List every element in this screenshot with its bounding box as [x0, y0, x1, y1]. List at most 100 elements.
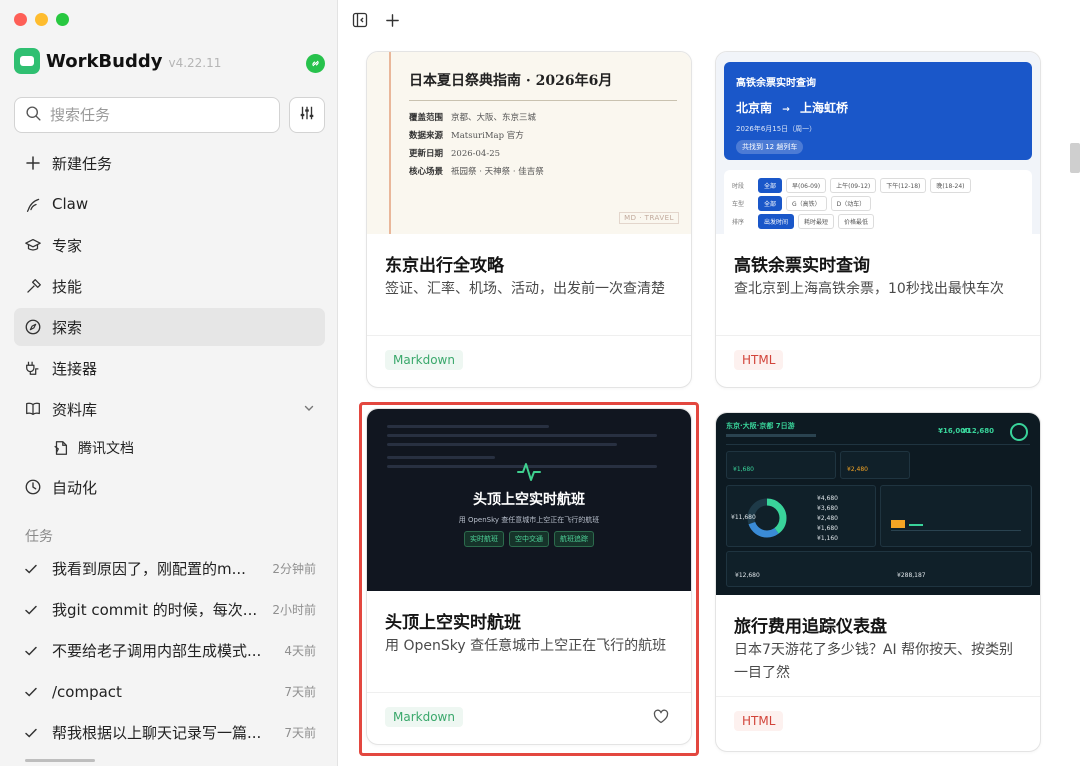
card-description: 签证、汇率、机场、活动，出发前一次查清楚: [385, 281, 665, 297]
format-tag: Markdown: [385, 707, 463, 727]
progress-ring: [1010, 423, 1028, 441]
sidebar-item-connectors[interactable]: 连接器: [14, 349, 325, 387]
task-time: 4天前: [284, 644, 316, 658]
preview-filters: 时段 全部 早(06-09) 上午(09-12) 下午(12-18) 晚(18-…: [724, 170, 1032, 234]
sidebar-item-claw[interactable]: Claw: [14, 185, 325, 223]
task-time: 2分钟前: [272, 562, 316, 576]
task-title: 不要给老子调用内部生成模式...: [52, 642, 262, 660]
sidebar-item-experts[interactable]: 专家: [14, 226, 325, 264]
explore-card[interactable]: 日本夏日祭典指南 · 2026年6月 覆盖范围 京都、大阪、东京三城 数据来源 Ma…: [366, 51, 692, 388]
tencent-docs-icon: [52, 439, 70, 457]
sidebar-item-tencent-docs[interactable]: 腾讯文档: [14, 431, 325, 465]
preview-meta-row: 更新日期 2026-04-25: [409, 149, 501, 159]
sidebar-item-skills[interactable]: 技能: [14, 267, 325, 305]
app-name: WorkBuddy: [46, 50, 163, 72]
format-tag: HTML: [734, 711, 784, 731]
sidebar-nav: 新建任务 Claw 专家 技能 探索 连接器 资料库 腾讯文档 自动化: [14, 144, 325, 509]
preview-meta-row: 数据来源 MatsuriMap 官方: [409, 131, 524, 141]
zoom-window-button[interactable]: [56, 13, 69, 26]
workbuddy-logo: [14, 48, 40, 74]
sidebar: WorkBuddy v4.22.11 新建任务 Claw 专家: [0, 0, 338, 766]
chevron-down-icon[interactable]: [303, 400, 315, 418]
sidebar-item-new-task[interactable]: 新建任务: [14, 144, 325, 182]
close-window-button[interactable]: [14, 13, 27, 26]
plus-icon: [385, 13, 399, 27]
scrollbar-thumb[interactable]: [1070, 143, 1080, 173]
main-toolbar: [350, 10, 402, 30]
explore-card[interactable]: 高铁余票实时查询 北京南 → 上海虹桥 2026年6月15日（周一） 共找到 1…: [715, 51, 1041, 388]
task-title: /compact: [52, 682, 122, 701]
filter-button[interactable]: [289, 97, 325, 133]
task-title: 我git commit 的时候，每次...: [52, 601, 258, 619]
card-preview: 日本夏日祭典指南 · 2026年6月 覆盖范围 京都、大阪、东京三城 数据来源 Ma…: [367, 52, 691, 234]
sidebar-item-label: 新建任务: [52, 154, 113, 173]
format-tag: Markdown: [385, 350, 463, 370]
task-item[interactable]: 帮我根据以上聊天记录写一篇... 7天前: [14, 712, 325, 753]
minimize-window-button[interactable]: [35, 13, 48, 26]
clipped-section-title: [25, 757, 105, 766]
preview-meta-row: 覆盖范围 京都、大阪、东京三城: [409, 113, 537, 123]
app-version: v4.22.11: [168, 56, 222, 70]
card-description: 查北京到上海高铁余票，10秒找出最快车次: [734, 281, 1004, 297]
sidebar-item-automation[interactable]: 自动化: [14, 468, 325, 506]
preview-chip: 实时航班: [464, 531, 504, 547]
hammer-icon: [23, 276, 43, 296]
pulse-icon: [367, 461, 691, 483]
new-tab-button[interactable]: [382, 10, 402, 30]
card-title: 高铁余票实时查询: [734, 256, 870, 276]
sliders-icon: [298, 104, 316, 126]
card-description: 日本7天游花了多少钱？AI 帮你按天、按类别一目了然: [734, 642, 1014, 681]
task-item[interactable]: 我看到原因了，刚配置的m... 2分钟前: [14, 548, 325, 589]
task-title: 我看到原因了，刚配置的m...: [52, 560, 246, 578]
preview-heading: 高铁余票实时查询: [736, 78, 816, 89]
brand: WorkBuddy v4.22.11: [14, 48, 221, 74]
preview-heading: 头顶上空实时航班: [473, 492, 585, 508]
window-controls: [14, 13, 69, 26]
explore-card[interactable]: 头顶上空实时航班 用 OpenSky 查任意城市上空正在飞行的航班 实时航班 空…: [366, 408, 692, 745]
search-box: [14, 97, 280, 133]
format-tag: HTML: [734, 350, 784, 370]
task-time: 2小时前: [272, 603, 316, 617]
task-item[interactable]: 我git commit 的时候，每次... 2小时前: [14, 589, 325, 630]
tasks-section-title: 任务: [25, 529, 53, 545]
check-icon: [24, 562, 42, 576]
preview-subtitle: 用 OpenSky 查任意城市上空正在飞行的航班: [458, 516, 600, 524]
link-status-icon[interactable]: [306, 54, 325, 73]
search-icon: [25, 105, 42, 126]
toggle-sidebar-button[interactable]: [350, 10, 370, 30]
sidebar-item-label: 资料库: [52, 400, 98, 419]
book-icon: [23, 399, 43, 419]
sidebar-item-label: 专家: [52, 236, 83, 255]
card-title: 东京出行全攻略: [385, 256, 504, 276]
sidebar-item-label: 技能: [52, 277, 83, 296]
check-icon: [24, 603, 42, 617]
sidebar-item-library[interactable]: 资料库: [14, 390, 325, 428]
heart-icon[interactable]: [653, 709, 669, 728]
card-preview: 头顶上空实时航班 用 OpenSky 查任意城市上空正在飞行的航班 实时航班 空…: [367, 409, 691, 591]
sidebar-item-label: 腾讯文档: [78, 441, 134, 457]
sidebar-item-label: 连接器: [52, 359, 98, 378]
graduation-cap-icon: [23, 235, 43, 255]
search-input[interactable]: [50, 106, 250, 124]
sidebar-item-label: 探索: [52, 318, 83, 337]
task-time: 7天前: [284, 726, 316, 740]
task-item[interactable]: /compact 7天前: [14, 671, 325, 712]
check-icon: [24, 685, 42, 699]
sidebar-item-label: Claw: [52, 195, 89, 213]
card-title: 旅行费用追踪仪表盘: [734, 617, 887, 637]
clock-icon: [23, 477, 43, 497]
preview-chip: 空中交通: [509, 531, 549, 547]
preview-count: 共找到 12 趟列车: [736, 140, 804, 154]
card-preview: 东京·大阪·京都 7日游 ¥16,000 ¥12,680 ¥1,680 ¥2,4…: [716, 413, 1040, 595]
sidebar-item-explore[interactable]: 探索: [14, 308, 325, 346]
preview-stamp: MD · TRAVEL: [619, 212, 679, 224]
task-time: 7天前: [284, 685, 316, 699]
plus-icon: [23, 153, 43, 173]
preview-route: 北京南 → 上海虹桥: [736, 101, 848, 115]
task-item[interactable]: 不要给老子调用内部生成模式... 4天前: [14, 630, 325, 671]
sidebar-toggle-icon: [352, 12, 368, 28]
compass-icon: [23, 317, 43, 337]
preview-date: 2026年6月15日（周一）: [736, 125, 817, 133]
preview-meta-row: 核心场景 祇园祭 · 天神祭 · 佳吉祭: [409, 167, 544, 177]
explore-card[interactable]: 东京·大阪·京都 7日游 ¥16,000 ¥12,680 ¥1,680 ¥2,4…: [715, 412, 1041, 752]
